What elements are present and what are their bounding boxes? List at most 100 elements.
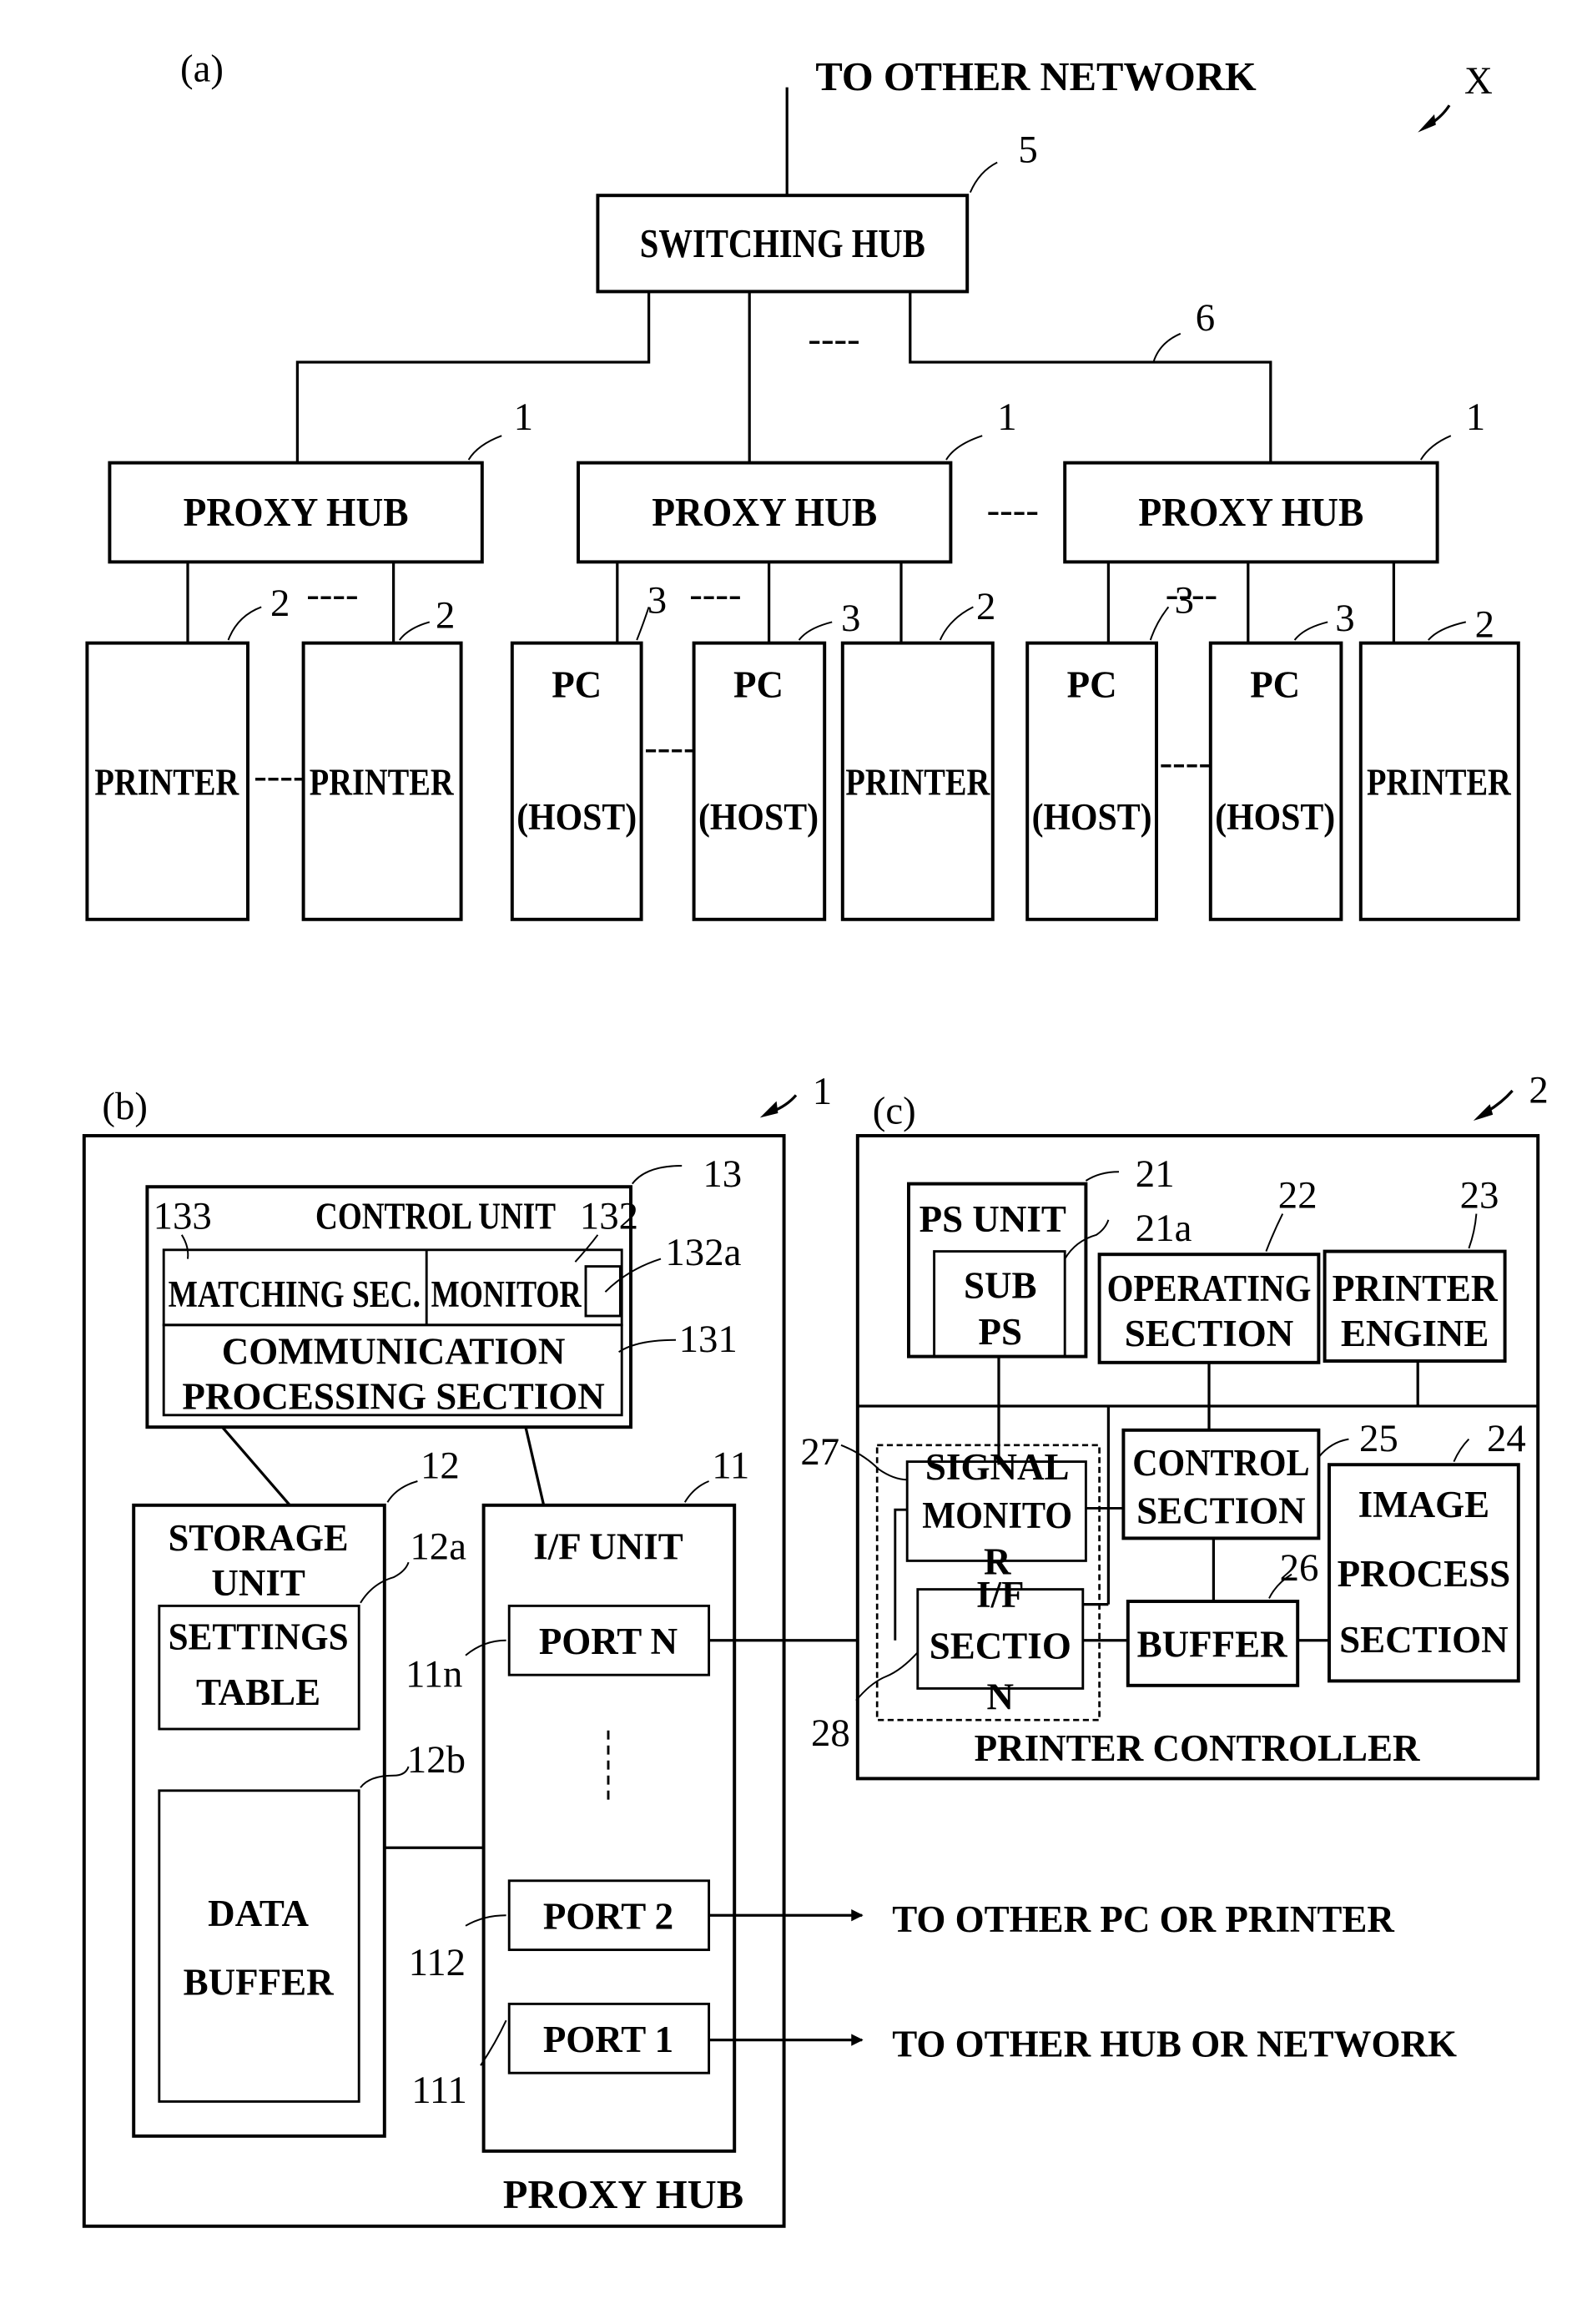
printer-engine-ref: 23 — [1460, 1173, 1499, 1217]
proxy-hub-leader-1 — [467, 435, 502, 461]
operating-section-line1: OPERATING — [1107, 1268, 1312, 1309]
panel-c: (c) 2 PS UNIT 21 SUB PS 21a OPERATING SE… — [800, 1068, 1549, 1781]
device-leader-1 — [227, 606, 262, 641]
printer-engine-line2: ENGINE — [1341, 1313, 1489, 1354]
if-unit-ref: 11 — [712, 1444, 749, 1487]
proxy-hub-label-2: PROXY HUB — [652, 490, 877, 535]
sub-ps-line1: SUB — [964, 1264, 1037, 1306]
device-leader-2 — [399, 621, 431, 641]
proxy-hub-leader-3 — [1419, 435, 1452, 461]
device-line1-3: PC — [552, 663, 602, 705]
proxy-hub-leader-2 — [945, 435, 983, 461]
device-label-1: PRINTER — [94, 761, 239, 803]
device-ref-1: 2 — [270, 582, 290, 625]
signal-monitor-line1: SIGNAL — [925, 1446, 1070, 1488]
port-1-destination: TO OTHER HUB OR NETWORK — [892, 2023, 1457, 2064]
port-2-ref: 112 — [409, 1941, 466, 1984]
communication-ref: 131 — [679, 1318, 738, 1361]
data-buffer-ref: 12b — [407, 1738, 466, 1782]
device-ref-8: 2 — [1475, 602, 1494, 646]
storage-unit-label-line2: UNIT — [211, 1562, 305, 1604]
proxy-hub-label-3: PROXY HUB — [1138, 490, 1363, 535]
proxy-hub-title: PROXY HUB — [503, 2172, 743, 2217]
control-section-line2: SECTION — [1136, 1490, 1306, 1531]
device-label-2: PRINTER — [310, 761, 454, 803]
branch-line-3 — [909, 291, 1272, 463]
port-n-label: PORT N — [539, 1621, 678, 1662]
image-process-ref: 24 — [1487, 1417, 1526, 1460]
device-leader-7 — [1293, 621, 1328, 641]
device-ref-3: 3 — [647, 579, 667, 623]
switching-hub-leader — [969, 161, 998, 193]
printer-detail-ref: 2 — [1529, 1068, 1548, 1112]
device-ellipsis-2: ---- — [644, 726, 696, 769]
ps-unit-ref: 21 — [1136, 1152, 1175, 1196]
matching-section-label: MATCHING SEC. — [169, 1273, 421, 1315]
image-process-line1: IMAGE — [1358, 1484, 1490, 1525]
proxy-hub-ellipsis: ---- — [987, 489, 1039, 532]
device-ellipsis-3: ---- — [1160, 741, 1212, 784]
branch-ellipsis: ---- — [808, 317, 859, 360]
panel-a: (a) X TO OTHER NETWORK SWITCHING HUB 5 -… — [85, 47, 1520, 921]
device-leader-4 — [798, 621, 833, 641]
if-section-ref: 28 — [811, 1711, 850, 1755]
printer-controller-label: PRINTER CONTROLLER — [975, 1727, 1420, 1769]
device-link-ellipsis-1: ---- — [306, 572, 358, 616]
device-ref-7: 3 — [1335, 597, 1354, 640]
image-process-line3: SECTION — [1339, 1619, 1509, 1661]
proxy-hub-label-1: PROXY HUB — [184, 490, 409, 535]
monitor-sub-ref: 132a — [665, 1231, 741, 1274]
storage-unit-label-line1: STORAGE — [169, 1517, 349, 1559]
data-buffer-line1: DATA — [208, 1893, 309, 1934]
device-leader-8 — [1428, 621, 1467, 641]
panel-a-caption: (a) — [180, 47, 224, 90]
control-unit-label: CONTROL UNIT — [315, 1196, 556, 1238]
device-ref-5: 2 — [976, 585, 995, 628]
device-ref-4: 3 — [841, 597, 860, 640]
port-n-ref: 11n — [406, 1653, 462, 1696]
device-leader-5 — [939, 606, 974, 641]
communication-label-line1: COMMUNICATION — [222, 1331, 566, 1373]
control-unit-ref: 13 — [703, 1152, 742, 1196]
device-label-5: PRINTER — [845, 761, 990, 803]
device-line1-7: PC — [1250, 663, 1300, 705]
device-link-ellipsis-2: ---- — [689, 572, 741, 616]
operating-section-line2: SECTION — [1125, 1313, 1294, 1354]
device-line2-3: (HOST) — [516, 796, 637, 838]
panel-c-caption: (c) — [873, 1090, 916, 1133]
switching-hub-ref: 5 — [1018, 129, 1037, 172]
sub-ps-ref: 21a — [1136, 1207, 1192, 1250]
settings-table-ref: 12a — [410, 1525, 466, 1569]
proxy-hub-ref-3: 1 — [1466, 396, 1485, 439]
device-label-8: PRINTER — [1367, 761, 1511, 803]
port-2-label: PORT 2 — [543, 1895, 673, 1937]
storage-unit-ref: 12 — [421, 1444, 460, 1487]
signal-monitor-ref: 27 — [800, 1430, 839, 1474]
panel-b-caption: (b) — [102, 1085, 148, 1128]
device-line2-6: (HOST) — [1032, 796, 1152, 838]
printer-engine-line1: PRINTER — [1333, 1268, 1498, 1309]
proxy-hub-ref-arrow-head-icon — [759, 1101, 778, 1118]
if-section-line1: I/F — [976, 1574, 1025, 1616]
control-section-ref: 25 — [1359, 1417, 1398, 1460]
switching-hub-label: SWITCHING HUB — [640, 221, 925, 266]
device-ellipsis-1: ---- — [254, 754, 305, 798]
proxy-hub-ref-2: 1 — [997, 396, 1016, 439]
device-ref-6: 3 — [1175, 579, 1194, 623]
if-unit-label: I/F UNIT — [533, 1526, 683, 1568]
port-2-destination: TO OTHER PC OR PRINTER — [892, 1898, 1394, 1940]
device-line1-6: PC — [1067, 663, 1117, 705]
if-section-line2: SECTIO — [930, 1625, 1071, 1666]
settings-table-line2: TABLE — [196, 1671, 320, 1713]
device-line2-4: (HOST) — [698, 796, 819, 838]
data-buffer-line2: BUFFER — [184, 1962, 335, 2004]
patent-figure: (a) X TO OTHER NETWORK SWITCHING HUB 5 -… — [82, 47, 1549, 2228]
settings-table-line1: SETTINGS — [169, 1616, 349, 1658]
buffer-ref: 26 — [1280, 1546, 1319, 1590]
control-section-line1: CONTROL — [1132, 1442, 1309, 1484]
network-ref: 6 — [1196, 296, 1215, 340]
port-1-ref: 111 — [411, 2069, 467, 2112]
system-ref-label: X — [1464, 59, 1493, 103]
image-process-line2: PROCESS — [1338, 1553, 1511, 1595]
branch-line-1 — [295, 291, 651, 463]
